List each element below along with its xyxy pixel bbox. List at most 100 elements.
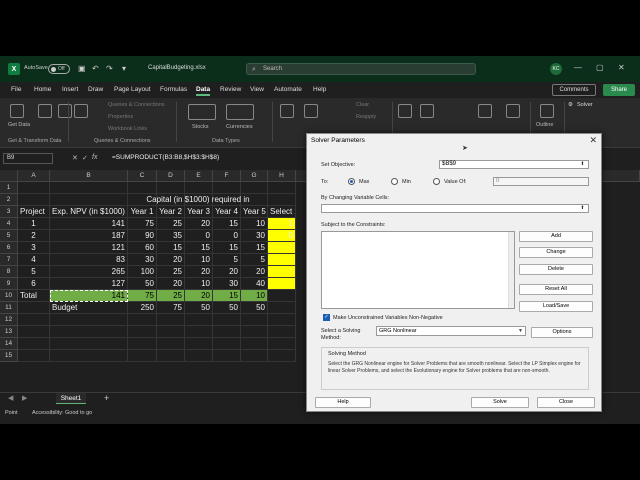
min-radio[interactable] xyxy=(391,178,398,185)
header-cell[interactable]: Year 1 xyxy=(128,206,157,218)
grid-cell[interactable] xyxy=(157,182,185,194)
grid-cell[interactable] xyxy=(50,314,128,326)
budget-cell[interactable]: 250 xyxy=(128,302,157,314)
menu-automate[interactable]: Automate xyxy=(274,86,302,93)
grid-cell[interactable] xyxy=(128,326,157,338)
grid-cell[interactable] xyxy=(18,338,50,350)
row-header-10[interactable]: 10 xyxy=(0,290,18,302)
objective-input[interactable]: $B$9 ⬆ xyxy=(439,160,589,169)
total-capital-cell[interactable]: 10 xyxy=(241,290,268,302)
grid-cell[interactable] xyxy=(241,350,268,362)
menu-review[interactable]: Review xyxy=(220,86,241,93)
menu-file[interactable]: File xyxy=(11,86,21,93)
grid-cell[interactable] xyxy=(268,314,296,326)
row-header-1[interactable]: 1 xyxy=(0,182,18,194)
close-button[interactable]: Close xyxy=(537,397,595,408)
select-xi-cell[interactable] xyxy=(268,278,296,290)
grid-cell[interactable] xyxy=(50,182,128,194)
row-header-6[interactable]: 6 xyxy=(0,242,18,254)
capital-cell[interactable]: 10 xyxy=(185,254,213,266)
row-header-9[interactable]: 9 xyxy=(0,278,18,290)
avatar[interactable]: KC xyxy=(550,63,562,75)
grid-cell[interactable] xyxy=(213,182,241,194)
stocks-button[interactable]: Stocks xyxy=(192,124,209,130)
capital-cell[interactable]: 20 xyxy=(185,218,213,230)
row-header-15[interactable]: 15 xyxy=(0,350,18,362)
capital-cell[interactable]: 15 xyxy=(213,242,241,254)
grid-cell[interactable] xyxy=(18,314,50,326)
constraints-list[interactable] xyxy=(321,231,515,309)
capital-cell[interactable]: 10 xyxy=(185,278,213,290)
name-box[interactable]: B9 xyxy=(3,153,53,164)
capital-cell[interactable]: 30 xyxy=(241,230,268,242)
capital-cell[interactable]: 5 xyxy=(241,254,268,266)
collapse-dialog-icon[interactable]: ⬆ xyxy=(578,161,587,168)
reapply-button[interactable]: Reapply xyxy=(356,114,376,120)
grid-cell[interactable] xyxy=(241,314,268,326)
row-header-14[interactable]: 14 xyxy=(0,338,18,350)
row-header-11[interactable]: 11 xyxy=(0,302,18,314)
grid-cell[interactable] xyxy=(241,326,268,338)
project-id-cell[interactable]: 3 xyxy=(18,242,50,254)
capital-cell[interactable]: 30 xyxy=(213,278,241,290)
close-icon[interactable]: ✕ xyxy=(618,63,625,72)
refresh-all-icon[interactable] xyxy=(74,104,88,118)
select-xi-cell[interactable] xyxy=(268,242,296,254)
grid-cell[interactable] xyxy=(185,182,213,194)
project-id-cell[interactable]: 6 xyxy=(18,278,50,290)
from-web-icon[interactable] xyxy=(58,104,72,118)
npv-cell[interactable]: 141 xyxy=(50,218,128,230)
select-xi-cell[interactable]: 0 xyxy=(268,230,296,242)
header-cell[interactable]: Select xi xyxy=(268,206,296,218)
capital-cell[interactable]: 40 xyxy=(241,278,268,290)
load-save-button[interactable]: Load/Save xyxy=(519,301,593,312)
outline-icon[interactable] xyxy=(540,104,554,118)
total-capital-cell[interactable]: 75 xyxy=(128,290,157,302)
grid-cell[interactable] xyxy=(50,326,128,338)
total-label-cell[interactable]: Total xyxy=(18,290,50,302)
share-button[interactable]: Share xyxy=(603,84,635,96)
comments-button[interactable]: Comments xyxy=(552,84,596,96)
capital-cell[interactable]: 20 xyxy=(157,278,185,290)
row-header-2[interactable]: 2 xyxy=(0,194,18,206)
capital-cell[interactable]: 20 xyxy=(157,254,185,266)
changing-cells-input[interactable]: ⬆ xyxy=(321,204,589,213)
project-id-cell[interactable]: 4 xyxy=(18,254,50,266)
capital-cell[interactable]: 75 xyxy=(128,218,157,230)
grid-cell[interactable] xyxy=(213,338,241,350)
search-input[interactable]: ⌕ Search xyxy=(246,63,476,75)
grid-cell[interactable] xyxy=(268,194,296,206)
customize-icon[interactable]: ▾ xyxy=(122,64,126,73)
file-name[interactable]: CapitalBudgeting.xlsx xyxy=(148,65,206,71)
select-xi-cell[interactable] xyxy=(268,254,296,266)
grid-cell[interactable] xyxy=(268,290,296,302)
row-header-8[interactable]: 8 xyxy=(0,266,18,278)
grid-cell[interactable] xyxy=(241,182,268,194)
total-capital-cell[interactable]: 15 xyxy=(213,290,241,302)
header-cell[interactable]: Year 2 xyxy=(157,206,185,218)
grid-cell[interactable] xyxy=(213,314,241,326)
total-npv-cell[interactable]: 141 xyxy=(50,290,128,302)
capital-cell[interactable]: 15 xyxy=(157,242,185,254)
add-button[interactable]: Add xyxy=(519,231,593,242)
capital-cell[interactable]: 20 xyxy=(241,266,268,278)
value-of-radio[interactable] xyxy=(433,178,440,185)
grid-cell[interactable] xyxy=(128,182,157,194)
capital-cell[interactable]: 0 xyxy=(185,230,213,242)
budget-cell[interactable]: 50 xyxy=(213,302,241,314)
total-capital-cell[interactable]: 20 xyxy=(185,290,213,302)
menu-draw[interactable]: Draw xyxy=(88,86,103,93)
menu-formulas[interactable]: Formulas xyxy=(160,86,187,93)
menu-view[interactable]: View xyxy=(250,86,264,93)
queries-connections-button[interactable]: Queries & Connections xyxy=(108,102,165,108)
capital-cell[interactable]: 35 xyxy=(157,230,185,242)
close-icon[interactable]: ✕ xyxy=(589,135,597,146)
grid-cell[interactable] xyxy=(213,350,241,362)
grid-cell[interactable] xyxy=(18,326,50,338)
enter-icon[interactable]: ✓ xyxy=(82,154,88,162)
capital-cell[interactable]: 15 xyxy=(241,242,268,254)
row-header-5[interactable]: 5 xyxy=(0,230,18,242)
npv-cell[interactable]: 83 xyxy=(50,254,128,266)
from-text-icon[interactable] xyxy=(38,104,52,118)
undo-icon[interactable]: ↶ xyxy=(92,64,99,73)
